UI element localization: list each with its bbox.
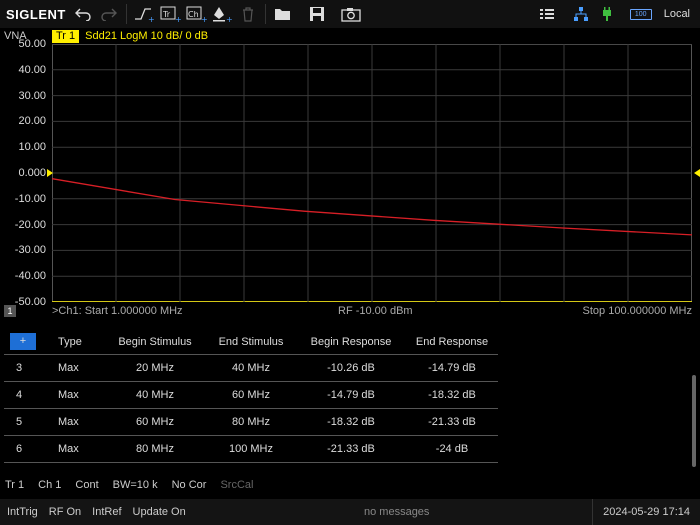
battery-icon: 100 [629,8,652,20]
cell-end-stimulus[interactable]: 80 MHz [206,416,296,428]
plot-footer: 1 >Ch1: Start 1.000000 MHz RF -10.00 dBm… [0,304,700,318]
svg-text:Ch: Ch [188,10,199,19]
plot-area[interactable]: 50.00 40.00 30.00 20.00 10.00 0.000 -10.00 -20.… [0,38,700,319]
y-tick-label: -10.00 [14,192,46,205]
status-channel[interactable]: Ch 1 [38,479,61,491]
cell-end-stimulus[interactable]: 60 MHz [206,389,296,401]
channel-icon[interactable]: Ch + [183,3,209,25]
table-header: + Type Begin Stimulus End Stimulus Begin… [4,329,498,355]
cell-type[interactable]: Max [48,389,104,401]
y-tick-label: 20.00 [18,115,46,128]
cell-begin-stimulus[interactable]: 20 MHz [104,362,206,374]
toolbar-divider [126,4,127,24]
table-row[interactable]: 6 Max 80 MHz 100 MHz -21.33 dB -24 dB [4,436,498,463]
status-bandwidth[interactable]: BW=10 k [113,479,158,491]
trace-chart[interactable] [52,44,692,302]
cell-end-response[interactable]: -18.32 dB [406,389,498,401]
cell-begin-response[interactable]: -10.26 dB [296,362,406,374]
cell-end-stimulus[interactable]: 100 MHz [206,443,296,455]
stop-frequency[interactable]: Stop 100.000000 MHz [583,305,692,317]
row-index: 4 [16,389,23,401]
table-row[interactable]: 4 Max 40 MHz 60 MHz -14.79 dB -18.32 dB [4,382,498,409]
start-frequency[interactable]: >Ch1: Start 1.000000 MHz [52,305,183,317]
open-folder-icon[interactable] [270,3,296,25]
header-type: Type [58,335,82,348]
status-correction[interactable]: No Cor [172,479,207,491]
menu-list-icon[interactable] [534,3,560,25]
cell-begin-response[interactable]: -14.79 dB [296,389,406,401]
system-status-bar: IntTrig RF On IntRef Update On no messag… [0,499,700,525]
toolbar-divider [265,4,266,24]
top-toolbar: SIGLENT + Tr + Ch + + 100 Local [0,0,700,28]
svg-text:+: + [148,15,155,23]
marker-icon[interactable]: + [209,3,235,25]
network-icon [568,3,594,25]
y-tick-label: 0.000 [18,167,46,179]
add-trace-icon[interactable]: + [131,3,157,25]
status-sweep-mode[interactable]: Cont [75,479,98,491]
local-status[interactable]: Local [664,8,690,20]
svg-text:+: + [226,15,233,23]
cell-begin-response[interactable]: -18.32 dB [296,416,406,428]
channel-number-badge[interactable]: 1 [4,305,16,317]
trace-info[interactable]: Sdd21 LogM 10 dB/ 0 dB [85,30,208,42]
cell-begin-stimulus[interactable]: 60 MHz [104,416,206,428]
redo-icon[interactable] [96,3,122,25]
siglent-logo: SIGLENT [6,6,66,22]
header-begin-stimulus: Begin Stimulus [118,335,192,348]
table-scrollbar[interactable] [692,375,696,467]
status-trace[interactable]: Tr 1 [5,479,24,491]
table-row[interactable]: 5 Max 60 MHz 80 MHz -18.32 dB -21.33 dB [4,409,498,436]
delete-icon[interactable] [235,3,261,25]
y-tick-label: -20.00 [14,218,46,231]
y-tick-label: 10.00 [18,141,46,154]
header-begin-response: Begin Response [310,335,392,348]
status-reference[interactable]: IntRef [88,506,125,518]
reference-marker-right[interactable] [694,169,700,177]
trace-header: VNA Tr 1 Sdd21 LogM 10 dB/ 0 dB [0,28,700,44]
cell-begin-stimulus[interactable]: 80 MHz [104,443,206,455]
y-tick-label: 30.00 [18,89,46,102]
trace-icon[interactable]: Tr + [157,3,183,25]
row-index: 5 [16,416,23,428]
cell-type[interactable]: Max [48,416,104,428]
svg-text:+: + [175,15,181,23]
y-tick-label: -30.00 [14,244,46,257]
svg-text:+: + [201,15,207,23]
cell-end-response[interactable]: -21.33 dB [406,416,498,428]
cell-end-stimulus[interactable]: 40 MHz [206,362,296,374]
cell-end-response[interactable]: -24 dB [406,443,498,455]
y-tick-label: 40.00 [18,63,46,76]
message-area: no messages [364,506,430,518]
rf-power[interactable]: RF -10.00 dBm [338,305,413,317]
header-end-stimulus: End Stimulus [218,335,284,348]
save-icon[interactable] [304,3,330,25]
undo-icon[interactable] [70,3,96,25]
cell-type[interactable]: Max [48,443,104,455]
row-index: 3 [16,362,23,374]
svg-text:Tr: Tr [162,10,171,19]
cell-begin-response[interactable]: -21.33 dB [296,443,406,455]
cell-end-response[interactable]: -14.79 dB [406,362,498,374]
power-plug-icon [594,3,620,25]
camera-icon[interactable] [338,3,364,25]
status-trigger[interactable]: IntTrig [3,506,42,518]
table-row[interactable]: 3 Max 20 MHz 40 MHz -10.26 dB -14.79 dB [4,355,498,382]
reference-marker-left[interactable] [47,169,53,177]
y-tick-label: -40.00 [14,270,46,283]
status-update[interactable]: Update On [129,506,190,518]
trace-badge[interactable]: Tr 1 [52,29,80,43]
limit-table: + Type Begin Stimulus End Stimulus Begin… [4,329,498,463]
status-rf[interactable]: RF On [45,506,85,518]
cell-type[interactable]: Max [48,362,104,374]
cell-begin-stimulus[interactable]: 40 MHz [104,389,206,401]
system-clock: 2024-05-29 17:14 [592,499,700,525]
header-end-response: End Response [415,335,489,348]
channel-status-bar: Tr 1 Ch 1 Cont BW=10 k No Cor SrcCal [0,475,700,495]
add-row-button[interactable]: + [10,333,36,350]
y-tick-label: 50.00 [18,38,46,50]
row-index: 6 [16,443,23,455]
status-source-cal: SrcCal [220,479,254,491]
